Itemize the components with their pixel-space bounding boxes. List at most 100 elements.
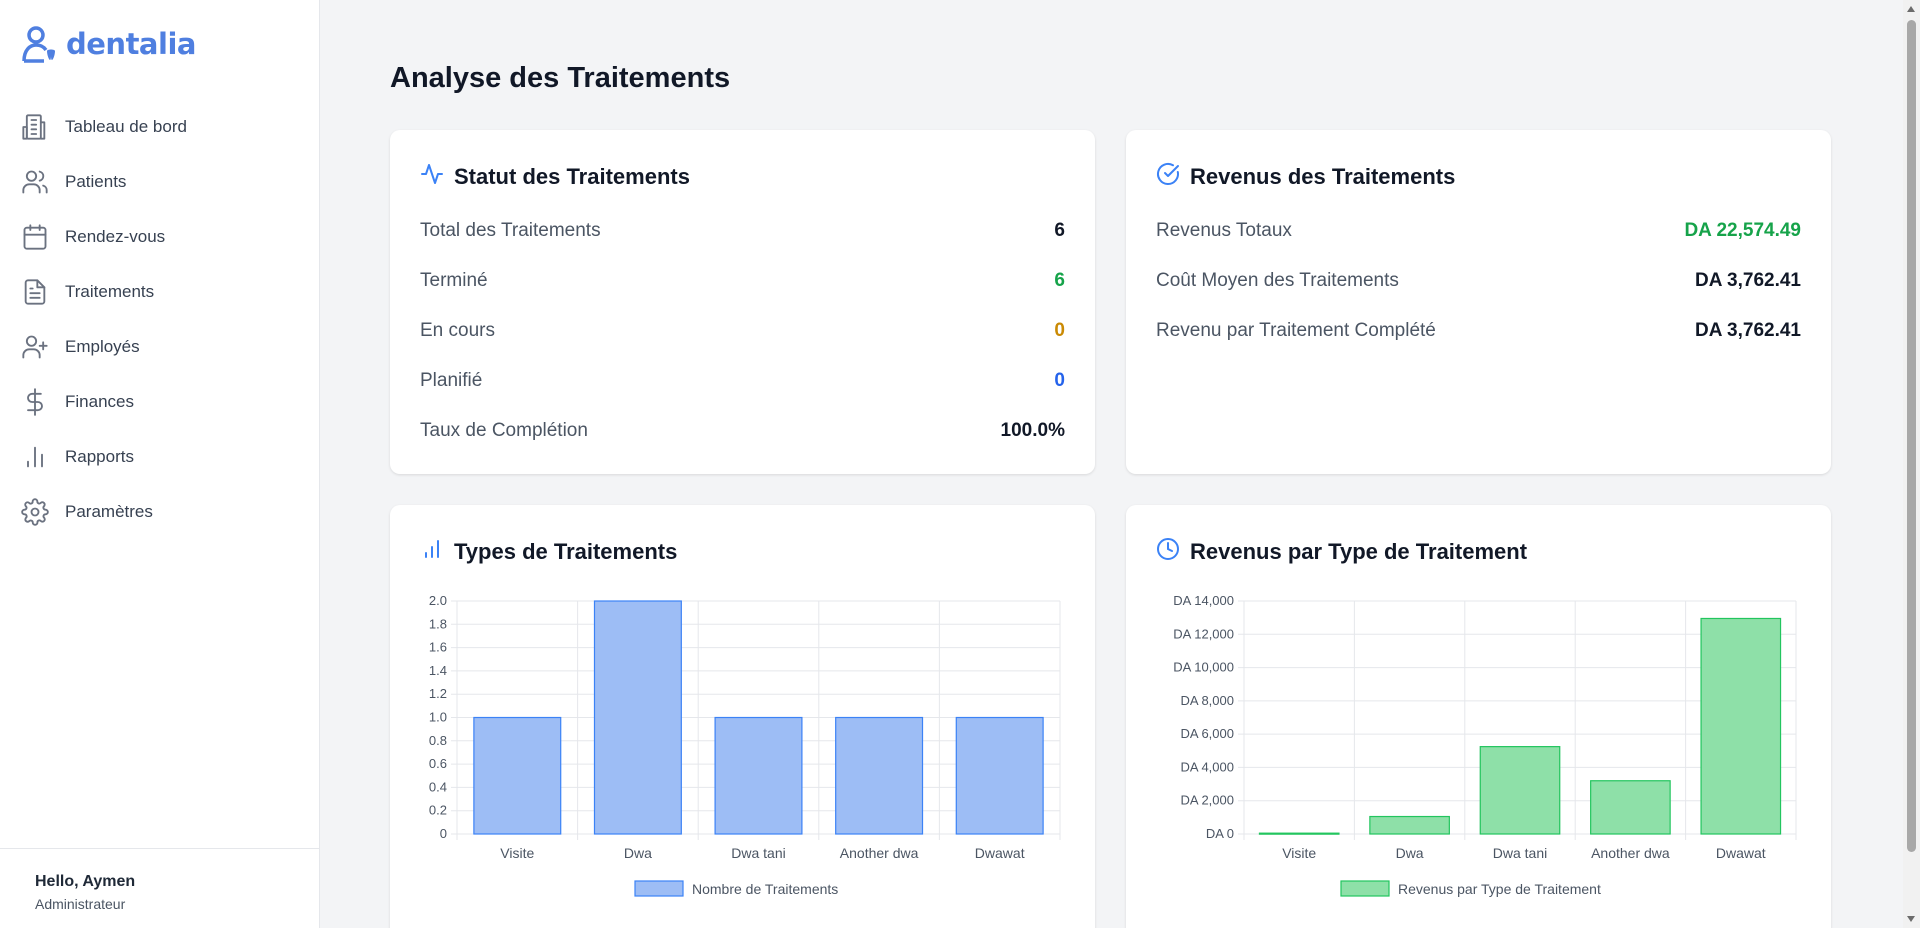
y-tick-label: DA 8,000: [1181, 693, 1235, 708]
x-tick-label: Dwa tani: [731, 845, 785, 861]
revenue-row-total: Revenus Totaux DA 22,574.49: [1156, 218, 1801, 244]
stat-label: Terminé: [420, 270, 488, 291]
sidebar-item-label: Patients: [65, 171, 127, 191]
revenue-value: DA 3,762.41: [1695, 320, 1801, 341]
bar: [593, 600, 682, 835]
y-tick-label: 1.2: [429, 686, 447, 701]
y-tick-label: 2.0: [429, 593, 447, 608]
bar-chart-icon: [21, 443, 49, 471]
y-tick-label: 1.8: [429, 616, 447, 631]
legend-label: Nombre de Traitements: [692, 881, 838, 897]
sidebar-nav: Tableau de bord Patients Rendez-vous Tra…: [0, 99, 320, 539]
activity-icon: [420, 162, 444, 191]
types-bar-chart: 0 0.2 0.4 0.6 0.8 1.0 1.2 1.4 1.6 1.8 2.0 Visite Dwa…: [429, 593, 1061, 897]
check-circle-icon: [1156, 162, 1180, 191]
users-icon: [21, 168, 49, 196]
y-tick-label: 1.0: [429, 710, 447, 725]
legend-swatch: [634, 880, 684, 897]
x-tick-label: Dwa tani: [1493, 845, 1547, 861]
y-tick-label: 0.6: [429, 756, 447, 771]
y-tick-label: 0.4: [429, 779, 447, 794]
bar: [955, 716, 1044, 835]
x-tick-label: Another dwa: [1591, 845, 1670, 861]
logo[interactable]: dentalia: [20, 24, 196, 64]
sidebar-item-label: Tableau de bord: [65, 116, 187, 136]
legend-label: Revenus par Type de Traitement: [1398, 881, 1601, 897]
legend-swatch: [1340, 880, 1390, 897]
stat-value: 6: [1054, 220, 1065, 241]
building-icon: [21, 113, 49, 141]
stat-label: En cours: [420, 320, 495, 341]
user-role: Administrateur: [35, 896, 126, 912]
sidebar-item-label: Paramètres: [65, 501, 153, 521]
page-title: Analyse des Traitements: [390, 62, 731, 94]
sidebar-item-patients[interactable]: Patients: [0, 154, 320, 209]
stat-label: Taux de Complétion: [420, 420, 588, 441]
revenue-type-chart-card: Revenus par Type de Traitement DA 0 DA 2,…: [1126, 505, 1831, 928]
sidebar-item-label: Employés: [65, 336, 140, 356]
bar: [714, 716, 803, 835]
revenue-row-per-completed: Revenu par Traitement Complété DA 3,762.…: [1156, 318, 1801, 344]
stat-label: Total des Traitements: [420, 220, 601, 241]
revenue-label: Revenu par Traitement Complété: [1156, 320, 1436, 341]
user-panel[interactable]: Hello, Aymen Administrateur: [0, 848, 320, 928]
types-chart-card: Types de Traitements 0 0.2 0.4 0.6 0.8 1.0 1.2…: [390, 505, 1095, 928]
stat-value: 0: [1054, 370, 1065, 391]
x-tick-label: Dwa: [624, 845, 652, 861]
logo-text: dentalia: [66, 27, 196, 61]
y-tick-label: 0.8: [429, 733, 447, 748]
sidebar-item-rendez-vous[interactable]: Rendez-vous: [0, 209, 320, 264]
user-greeting: Hello, Aymen: [35, 873, 136, 890]
bar: [473, 716, 562, 835]
scroll-up-arrow-icon[interactable]: [1907, 6, 1915, 12]
stat-row-total: Total des Traitements 6: [420, 218, 1065, 244]
x-tick-label: Visite: [500, 845, 534, 861]
stat-value: 0: [1054, 320, 1065, 341]
bar: [835, 716, 924, 835]
card-title: Statut des Traitements: [454, 163, 690, 189]
x-tick-label: Another dwa: [840, 845, 919, 861]
revenue-label: Revenus Totaux: [1156, 220, 1292, 241]
y-tick-label: 0: [440, 826, 447, 841]
x-tick-label: Dwa: [1396, 845, 1424, 861]
stat-value: 6: [1054, 270, 1065, 291]
revenue-label: Coût Moyen des Traitements: [1156, 270, 1399, 291]
x-tick-label: Dwawat: [1716, 845, 1766, 861]
sidebar-item-finances[interactable]: Finances: [0, 374, 320, 429]
tooth-doctor-icon: [22, 26, 55, 63]
revenue-type-bar-chart: DA 0 DA 2,000 DA 4,000 DA 6,000 DA 8,000 DA 1…: [1173, 593, 1797, 897]
sidebar-item-label: Rendez-vous: [65, 226, 166, 246]
stat-row-en-cours: En cours 0: [420, 318, 1065, 344]
scrollbar-thumb[interactable]: [1907, 20, 1916, 852]
bar: [1258, 832, 1340, 835]
revenue-card: Revenus des Traitements Revenus Totaux D…: [1126, 130, 1831, 474]
scroll-down-arrow-icon[interactable]: [1907, 916, 1915, 922]
sidebar-item-label: Finances: [65, 391, 134, 411]
stat-row-completion: Taux de Complétion 100.0%: [420, 418, 1065, 444]
sidebar-item-label: Traitements: [65, 281, 155, 301]
x-tick-label: Dwawat: [975, 845, 1025, 861]
user-plus-icon: [21, 333, 49, 361]
y-tick-label: 0.2: [429, 803, 447, 818]
status-card: Statut des Traitements Total des Traitem…: [390, 130, 1095, 474]
calendar-icon: [21, 223, 49, 251]
sidebar-item-traitements[interactable]: Traitements: [0, 264, 320, 319]
page-scrollbar[interactable]: [1903, 0, 1920, 928]
x-tick-label: Visite: [1282, 845, 1316, 861]
file-text-icon: [21, 278, 49, 306]
sidebar-item-employes[interactable]: Employés: [0, 319, 320, 374]
stat-value: 100.0%: [1000, 420, 1065, 441]
sidebar-item-rapports[interactable]: Rapports: [0, 429, 320, 484]
card-title: Revenus des Traitements: [1190, 163, 1456, 189]
y-tick-label: DA 0: [1206, 826, 1234, 841]
revenue-value: DA 22,574.49: [1684, 220, 1801, 241]
y-tick-label: DA 4,000: [1181, 759, 1235, 774]
sidebar-item-tableau-de-bord[interactable]: Tableau de bord: [0, 99, 320, 154]
bar: [1369, 815, 1450, 835]
sidebar-item-parametres[interactable]: Paramètres: [0, 484, 320, 539]
stat-row-planifie: Planifié 0: [420, 368, 1065, 394]
bar: [1479, 746, 1561, 835]
y-tick-label: DA 14,000: [1173, 593, 1234, 608]
stat-row-termine: Terminé 6: [420, 268, 1065, 294]
dollar-icon: [21, 387, 49, 416]
